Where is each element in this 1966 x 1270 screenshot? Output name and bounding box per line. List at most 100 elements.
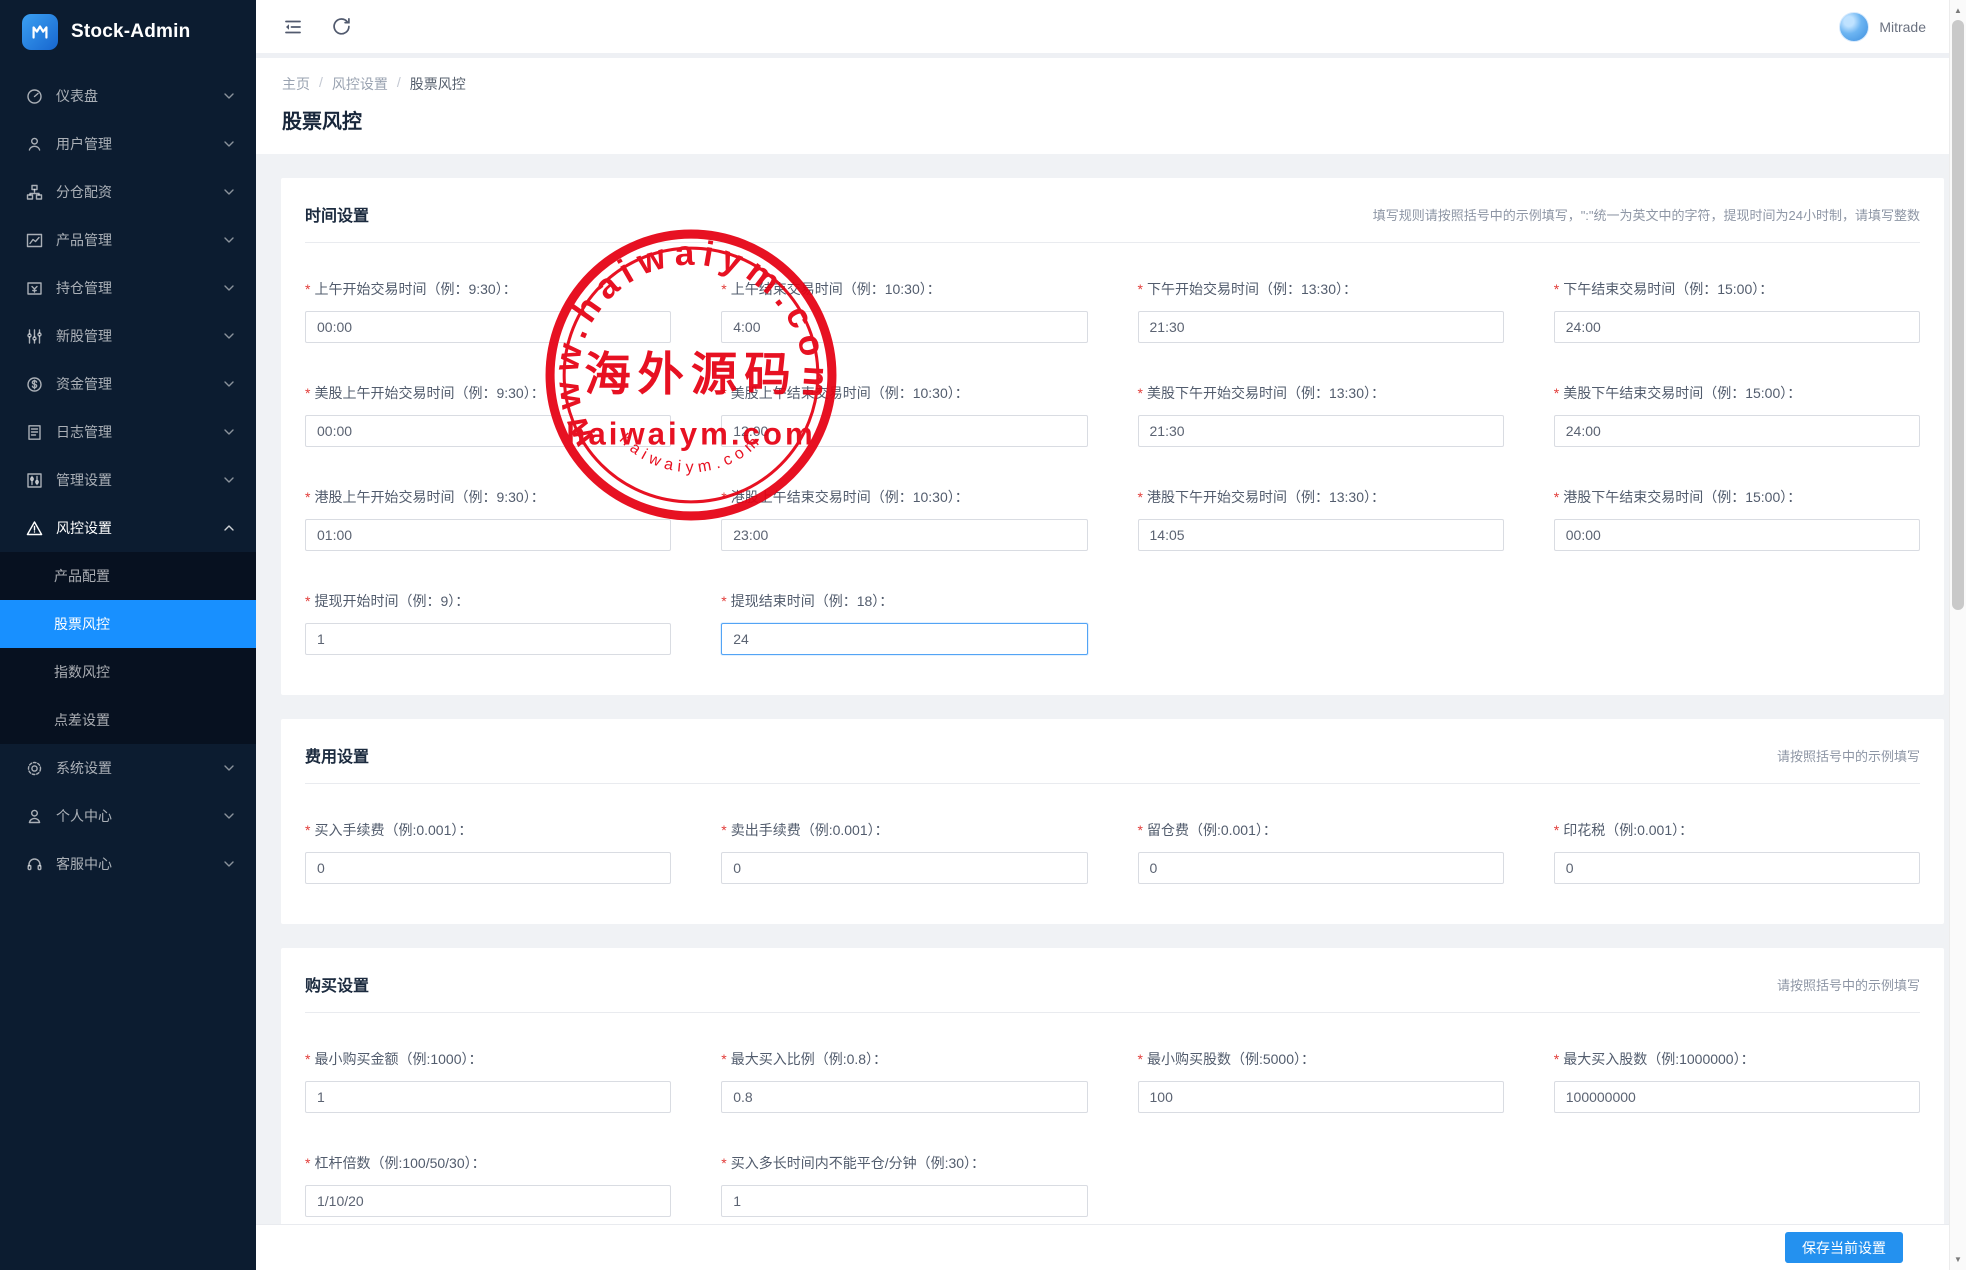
cluster-icon (26, 184, 43, 201)
vertical-scrollbar[interactable]: ▲ ▼ (1949, 0, 1966, 1270)
hk-pm-open-time-input[interactable] (1138, 519, 1504, 551)
chevron-down-icon (224, 380, 234, 388)
refresh-icon[interactable] (330, 16, 352, 38)
save-button[interactable]: 保存当前设置 (1785, 1232, 1903, 1263)
holding-fee-input[interactable] (1138, 852, 1504, 884)
us-am-open-time-input[interactable] (305, 415, 671, 447)
max-buy-shares-input[interactable] (1554, 1081, 1920, 1113)
am-close-time-input[interactable] (721, 311, 1087, 343)
form-field: *印花税（例:0.001）： (1554, 820, 1920, 884)
sidebar: Stock-Admin 仪表盘 用户管理 分仓配资 产品管理 持仓管理 (0, 0, 256, 1270)
headset-icon (26, 856, 43, 873)
breadcrumb-current: 股票风控 (410, 74, 466, 94)
sidebar-item-dashboard[interactable]: 仪表盘 (0, 72, 256, 120)
chevron-down-icon (224, 92, 234, 100)
user-icon (26, 136, 43, 153)
scroll-up-arrow-icon[interactable]: ▲ (1950, 2, 1966, 19)
dollar-circle-icon (26, 376, 43, 393)
sidebar-menu: 仪表盘 用户管理 分仓配资 产品管理 持仓管理 新股管理 (0, 72, 256, 888)
topbar: Mitrade (256, 0, 1966, 58)
scroll-down-arrow-icon[interactable]: ▼ (1950, 1251, 1966, 1268)
us-am-close-time-input[interactable] (721, 415, 1087, 447)
stamp-tax-input[interactable] (1554, 852, 1920, 884)
form-field: *下午结束交易时间（例：15:00）： (1554, 279, 1920, 343)
pm-open-time-input[interactable] (1138, 311, 1504, 343)
hk-am-close-time-input[interactable] (721, 519, 1087, 551)
scrollbar-thumb[interactable] (1952, 20, 1964, 610)
user-menu[interactable]: Mitrade (1839, 12, 1926, 42)
user-name: Mitrade (1879, 19, 1926, 35)
position-icon (26, 280, 43, 297)
sidebar-item-positions[interactable]: 持仓管理 (0, 264, 256, 312)
section-fee-settings: 费用设置 请按照括号中的示例填写 *买入手续费（例:0.001）： *卖出手续费… (281, 719, 1944, 924)
no-close-minutes-input[interactable] (721, 1185, 1087, 1217)
breadcrumb-risk-settings[interactable]: 风控设置 (332, 74, 388, 94)
am-open-time-input[interactable] (305, 311, 671, 343)
form-field: *上午开始交易时间（例：9:30）： (305, 279, 671, 343)
sidebar-item-users[interactable]: 用户管理 (0, 120, 256, 168)
dashboard-icon (26, 88, 43, 105)
app-title: Stock-Admin (71, 21, 190, 43)
breadcrumb-home[interactable]: 主页 (282, 74, 310, 94)
sidebar-item-new-shares[interactable]: 新股管理 (0, 312, 256, 360)
sidebar-item-system-settings[interactable]: 系统设置 (0, 744, 256, 792)
hk-am-open-time-input[interactable] (305, 519, 671, 551)
page-title: 股票风控 (282, 105, 1940, 134)
section-note: 填写规则请按照括号中的示例填写，":"统一为英文中的字符，提现时间为24小时制，… (1373, 205, 1920, 224)
sidebar-item-funds[interactable]: 资金管理 (0, 360, 256, 408)
sidebar-item-products[interactable]: 产品管理 (0, 216, 256, 264)
sidebar-item-allocation[interactable]: 分仓配资 (0, 168, 256, 216)
app-logo: Stock-Admin (0, 0, 256, 64)
section-note: 请按照括号中的示例填写 (1777, 975, 1920, 994)
min-buy-amount-input[interactable] (305, 1081, 671, 1113)
section-title: 费用设置 (305, 743, 369, 767)
form-field: *杠杆倍数（例:100/50/30）： (305, 1153, 671, 1217)
form-field: *最小购买股数（例:5000）： (1138, 1049, 1504, 1113)
settings-panel-icon (26, 472, 43, 489)
form-field: *港股上午结束交易时间（例：10:30）： (721, 487, 1087, 551)
content: 时间设置 填写规则请按照括号中的示例填写，":"统一为英文中的字符，提现时间为2… (256, 154, 1966, 1257)
chevron-down-icon (224, 140, 234, 148)
pm-close-time-input[interactable] (1554, 311, 1920, 343)
us-pm-close-time-input[interactable] (1554, 415, 1920, 447)
form-field: *港股下午结束交易时间（例：15:00）： (1554, 487, 1920, 551)
section-note: 请按照括号中的示例填写 (1777, 746, 1920, 765)
sidebar-item-admin-settings[interactable]: 管理设置 (0, 456, 256, 504)
hk-pm-close-time-input[interactable] (1554, 519, 1920, 551)
chevron-down-icon (224, 476, 234, 484)
sliders-icon (26, 328, 43, 345)
sidebar-subitem-product-config[interactable]: 产品配置 (0, 552, 256, 600)
section-title: 时间设置 (305, 202, 369, 226)
form-field: *买入多长时间内不能平仓/分钟（例:30）： (721, 1153, 1087, 1217)
document-icon (26, 424, 43, 441)
avatar[interactable] (1839, 12, 1869, 42)
sidebar-subitem-spread-settings[interactable]: 点差设置 (0, 696, 256, 744)
sell-fee-input[interactable] (721, 852, 1087, 884)
form-field: *留仓费（例:0.001）： (1138, 820, 1504, 884)
sidebar-subitem-stock-risk[interactable]: 股票风控 (0, 600, 256, 648)
withdraw-end-time-input[interactable] (721, 623, 1087, 655)
chevron-down-icon (224, 236, 234, 244)
sidebar-item-profile[interactable]: 个人中心 (0, 792, 256, 840)
app-logo-icon (22, 14, 58, 50)
buy-fee-input[interactable] (305, 852, 671, 884)
gear-icon (26, 760, 43, 777)
warning-triangle-icon (26, 520, 43, 537)
min-buy-shares-input[interactable] (1138, 1081, 1504, 1113)
form-field: *港股上午开始交易时间（例：9:30）： (305, 487, 671, 551)
form-field: *美股上午结束交易时间（例：10:30）： (721, 383, 1087, 447)
max-buy-ratio-input[interactable] (721, 1081, 1087, 1113)
menu-fold-icon[interactable] (282, 16, 304, 38)
us-pm-open-time-input[interactable] (1138, 415, 1504, 447)
chevron-down-icon (224, 860, 234, 868)
chevron-down-icon (224, 428, 234, 436)
sidebar-item-logs[interactable]: 日志管理 (0, 408, 256, 456)
sidebar-subitem-index-risk[interactable]: 指数风控 (0, 648, 256, 696)
chart-icon (26, 232, 43, 249)
chevron-up-icon (224, 524, 234, 532)
sidebar-item-support[interactable]: 客服中心 (0, 840, 256, 888)
withdraw-start-time-input[interactable] (305, 623, 671, 655)
page-header: 主页 / 风控设置 / 股票风控 股票风控 (256, 58, 1966, 154)
leverage-input[interactable] (305, 1185, 671, 1217)
sidebar-item-risk-settings[interactable]: 风控设置 (0, 504, 256, 552)
